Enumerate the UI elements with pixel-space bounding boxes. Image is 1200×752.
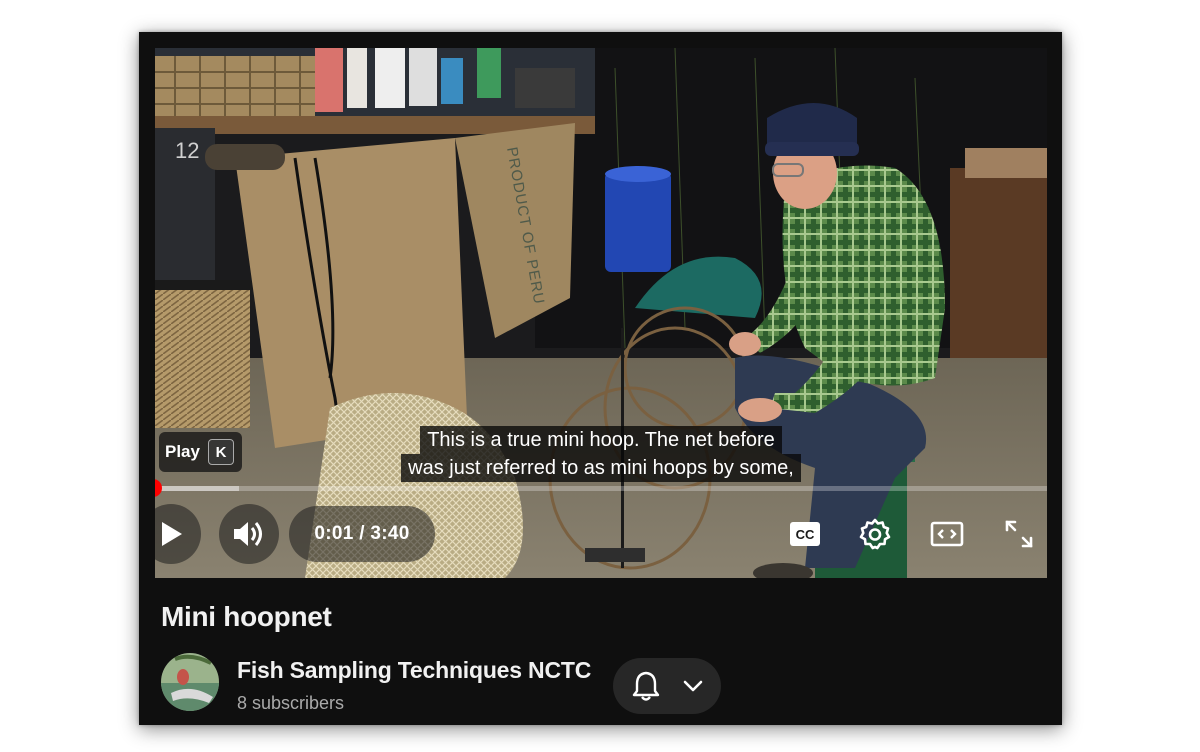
captions-button[interactable]: CC [783, 516, 827, 552]
gear-icon [859, 518, 891, 550]
volume-icon [234, 522, 262, 546]
theater-icon [930, 521, 964, 547]
channel-avatar[interactable] [161, 653, 219, 711]
progress-buffered [155, 486, 239, 491]
cc-label: CC [796, 527, 815, 542]
notification-bell-button[interactable] [613, 658, 721, 714]
caption-line: This is a true mini hoop. The net before [420, 426, 782, 454]
avatar-image [161, 653, 219, 711]
play-icon [162, 522, 182, 546]
volume-button[interactable] [219, 504, 279, 564]
settings-button[interactable] [853, 514, 897, 554]
theater-mode-button[interactable] [925, 514, 969, 554]
caption-line: was just referred to as mini hoops by so… [401, 454, 801, 482]
video-player[interactable]: 12 PRODUCT OF PERU Play K This is a true… [155, 48, 1047, 578]
wall-number: 12 [175, 138, 199, 163]
time-pill: 0:01 / 3:40 [289, 506, 435, 562]
progress-bar[interactable] [155, 479, 1047, 497]
channel-name[interactable]: Fish Sampling Techniques NCTC [237, 657, 591, 684]
caption-window: This is a true mini hoop. The net before… [155, 426, 1047, 482]
captions-icon: CC [790, 522, 820, 546]
video-title: Mini hoopnet [161, 601, 332, 632]
fullscreen-icon [1005, 520, 1033, 548]
video-card: 12 PRODUCT OF PERU Play K This is a true… [139, 32, 1062, 725]
subscriber-count: 8 subscribers [237, 693, 345, 713]
video-frame: 12 PRODUCT OF PERU [155, 48, 1047, 578]
time-display: 0:01 / 3:40 [314, 523, 410, 544]
chevron-down-icon [683, 680, 703, 692]
bell-icon [632, 671, 660, 701]
fullscreen-button[interactable] [997, 514, 1041, 554]
